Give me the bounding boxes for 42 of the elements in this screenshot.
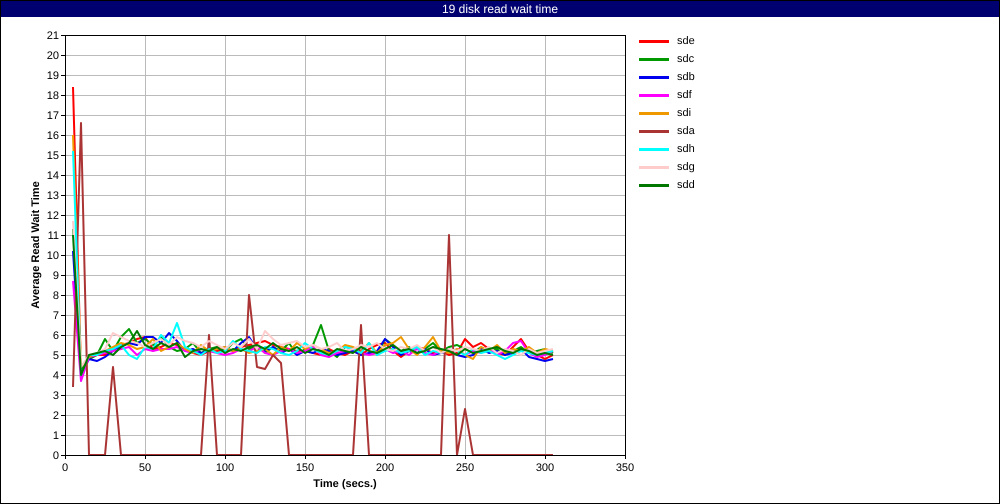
legend-label: sdg	[677, 161, 695, 173]
tick-label: 17	[46, 110, 59, 122]
legend-label: sdb	[677, 71, 695, 83]
tick-label: 5	[52, 350, 59, 362]
tick-label: 0	[62, 462, 68, 474]
legend-label: sdi	[677, 107, 692, 119]
legend-label: sdh	[677, 143, 695, 155]
legend-label: sdf	[677, 89, 692, 101]
tick-label: 16	[46, 130, 59, 142]
tick-label: 4	[52, 370, 59, 382]
tick-label: 15	[46, 150, 59, 162]
tick-label: 12	[46, 210, 59, 222]
tick-label: 21	[46, 30, 59, 42]
tick-label: 9	[52, 270, 59, 282]
tick-label: 200	[376, 462, 394, 474]
tick-label: 7	[52, 310, 59, 322]
legend-label: sda	[677, 125, 695, 137]
tick-label: 100	[216, 462, 234, 474]
tick-label: 300	[536, 462, 554, 474]
tick-label: 6	[52, 330, 59, 342]
tick-label: 50	[138, 462, 152, 474]
tick-label: 3	[52, 390, 59, 402]
tick-label: 150	[296, 462, 314, 474]
axis-title: Average Read Wait Time	[30, 181, 42, 309]
tick-label: 0	[52, 450, 59, 462]
tick-label: 250	[456, 462, 474, 474]
tick-label: 20	[46, 50, 59, 62]
tick-label: 1	[52, 430, 59, 442]
tick-label: 8	[52, 290, 59, 302]
tick-label: 350	[616, 462, 634, 474]
axis-title: Time (secs.)	[313, 478, 377, 490]
tick-label: 19	[46, 70, 59, 82]
tick-label: 2	[52, 410, 59, 422]
tick-label: 11	[48, 230, 59, 242]
tick-label: 13	[46, 190, 59, 202]
legend-label: sde	[677, 35, 695, 47]
chart-title: 19 disk read wait time	[1, 1, 999, 17]
tick-label: 18	[46, 90, 59, 102]
tick-label: 14	[46, 170, 59, 182]
legend-label: sdd	[677, 179, 695, 191]
tick-label: 10	[46, 250, 59, 262]
legend-label: sdc	[677, 53, 694, 65]
